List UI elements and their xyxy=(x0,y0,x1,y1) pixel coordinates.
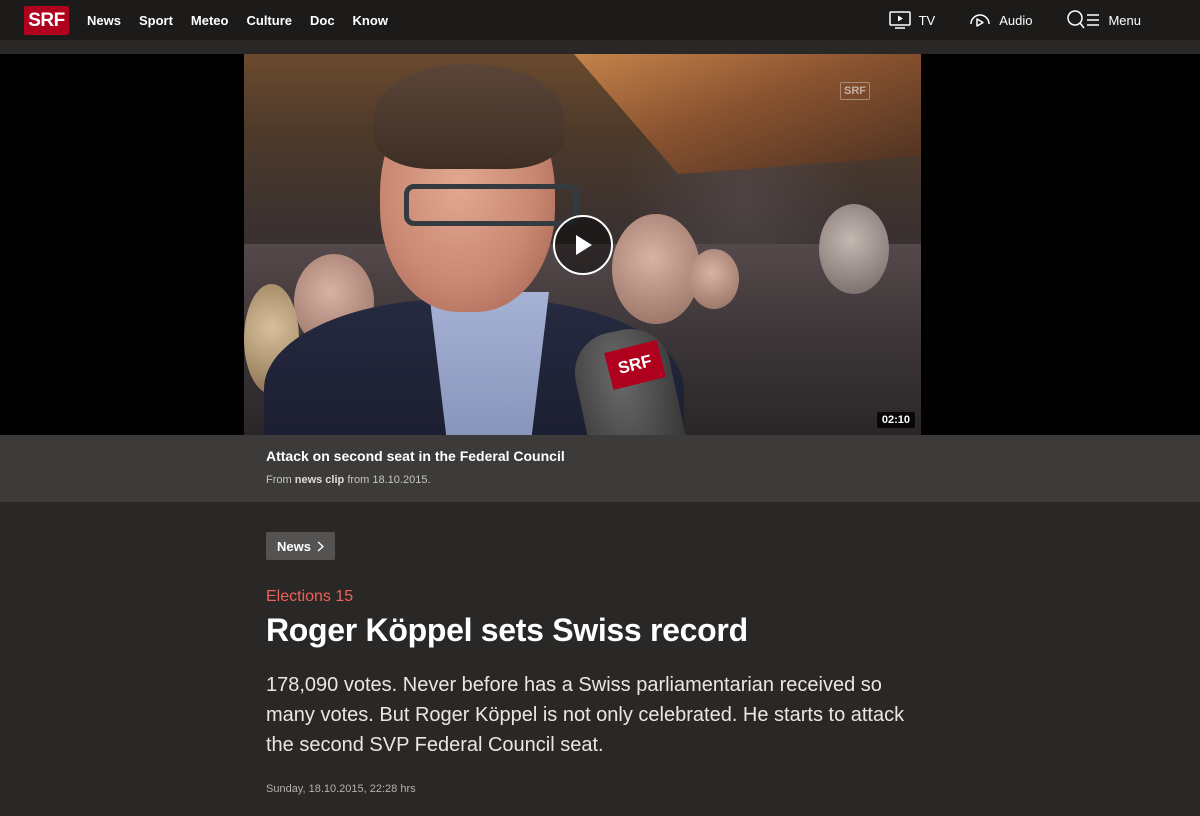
play-button[interactable] xyxy=(553,215,613,275)
breadcrumb-news[interactable]: News xyxy=(266,532,335,560)
article-lead: 178,090 votes. Never before has a Swiss … xyxy=(266,674,905,756)
audio-button[interactable]: Audio xyxy=(969,11,1032,29)
nav-link-know[interactable]: Know xyxy=(353,13,388,28)
nav-link-meteo[interactable]: Meteo xyxy=(191,13,229,28)
video-meta-source[interactable]: news clip xyxy=(295,474,345,486)
menu-button[interactable]: Menu xyxy=(1066,10,1141,30)
video-scene-shirt xyxy=(429,292,549,435)
video-player-area: SRF SRF 02:10 xyxy=(0,54,1200,435)
top-navigation: SRF News Sport Meteo Culture Doc Know TV… xyxy=(0,0,1200,40)
article-headline: Roger Köppel sets Swiss record xyxy=(266,612,748,648)
video-duration: 02:10 xyxy=(876,412,915,428)
srf-watermark: SRF xyxy=(840,82,870,100)
tv-button[interactable]: TV xyxy=(888,11,936,29)
video-scene-glasses xyxy=(404,184,579,226)
video-scene-person xyxy=(612,214,700,324)
nav-link-culture[interactable]: Culture xyxy=(246,13,292,28)
srf-logo[interactable]: SRF xyxy=(24,6,69,35)
menu-label: Menu xyxy=(1108,12,1141,28)
video-scene-person xyxy=(689,249,739,309)
video-meta-date: from 18.10.2015. xyxy=(347,474,431,486)
nav-tools: TV Audio Menu xyxy=(855,0,1141,40)
tv-label: TV xyxy=(918,12,936,28)
tv-icon xyxy=(888,11,911,29)
article-kicker: Elections 15 xyxy=(266,588,354,605)
search-menu-icon xyxy=(1067,10,1100,29)
audio-label: Audio xyxy=(999,12,1033,28)
video-player[interactable]: SRF SRF 02:10 xyxy=(244,54,921,435)
video-caption: Attack on second seat in the Federal Cou… xyxy=(0,435,1200,502)
play-icon xyxy=(576,235,592,255)
nav-link-sport[interactable]: Sport xyxy=(139,13,173,28)
video-meta: From news clip from 18.10.2015. xyxy=(266,474,431,486)
video-scene-hair xyxy=(374,64,564,169)
breadcrumb-label: News xyxy=(277,538,311,554)
video-scene-person xyxy=(819,204,889,294)
audio-icon xyxy=(970,14,990,27)
video-meta-prefix: From xyxy=(266,474,292,486)
chevron-right-icon xyxy=(317,540,324,552)
main-nav: News Sport Meteo Culture Doc Know xyxy=(87,0,406,40)
article-date: Sunday, 18.10.2015, 22:28 hrs xyxy=(266,783,416,795)
nav-link-news[interactable]: News xyxy=(87,13,121,28)
nav-link-doc[interactable]: Doc xyxy=(310,13,335,28)
video-title[interactable]: Attack on second seat in the Federal Cou… xyxy=(266,448,565,464)
video-scene-ceiling xyxy=(574,54,921,174)
